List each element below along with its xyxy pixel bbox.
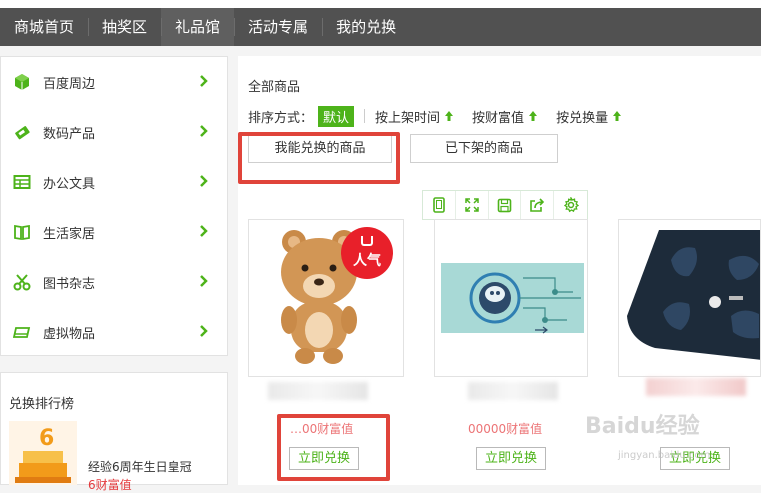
sort-option-label: 按财富值 [472, 110, 525, 126]
arrow-up-icon [613, 111, 622, 121]
sidebar-item-baidu-merch[interactable]: 百度周边 [1, 57, 227, 107]
divider [364, 109, 366, 123]
phone-icon [12, 122, 32, 142]
save-icon[interactable] [489, 191, 522, 219]
shopping-bag-icon [361, 236, 373, 246]
fullscreen-icon[interactable] [456, 191, 489, 219]
image-toolbar [422, 190, 588, 220]
settings-icon[interactable] [554, 191, 587, 219]
phone-view-icon[interactable] [423, 191, 456, 219]
highlight-box [238, 132, 400, 184]
scissors-icon [12, 272, 32, 292]
filter-removed-button[interactable]: 已下架的商品 [410, 134, 558, 163]
top-strip [0, 0, 761, 8]
sidebar-item-office[interactable]: 办公文具 [1, 157, 227, 207]
body-scale-image [619, 220, 760, 376]
product-card[interactable] [618, 219, 761, 377]
ranking-title: 兑换排行榜 [9, 397, 75, 412]
chevron-right-icon [200, 175, 208, 187]
card-icon [12, 322, 32, 342]
cube-icon [12, 72, 32, 92]
blurred-product-name [468, 382, 558, 400]
redeem-button[interactable]: 立即兑换 [476, 447, 546, 470]
sidebar-item-label: 生活家居 [43, 226, 96, 242]
nav-item-gift-hall[interactable]: 礼品馆 [161, 8, 235, 46]
sort-by-wealth-button[interactable]: 按财富值 [472, 107, 538, 126]
book-icon [12, 222, 32, 242]
chevron-right-icon [200, 275, 208, 287]
chevron-right-icon [200, 325, 208, 337]
redeem-button[interactable]: 立即兑换 [289, 447, 359, 470]
sidebar-item-books[interactable]: 图书杂志 [1, 257, 227, 307]
watermark-brand: Baidu经验 [585, 414, 700, 439]
ranking-item-name[interactable]: 经验6周年生日皇冠 [88, 458, 192, 475]
sort-label: 排序方式： [248, 110, 314, 126]
chevron-right-icon [200, 75, 208, 87]
sort-by-time-button[interactable]: 按上架时间 [375, 107, 454, 126]
chevron-right-icon [200, 225, 208, 237]
exchange-ranking-panel: 兑换排行榜 6 经验6周年生日皇冠 6财富值 [0, 372, 228, 492]
blurred-product-name [646, 378, 746, 396]
nav-item-lottery[interactable]: 抽奖区 [88, 8, 161, 46]
arrow-up-icon [529, 111, 538, 121]
mousepad-image [435, 220, 587, 376]
sidebar-item-label: 办公文具 [43, 176, 96, 192]
sidebar-item-label: 数码产品 [43, 126, 96, 142]
popular-badge: 人气 [341, 227, 393, 279]
sidebar-item-home-living[interactable]: 生活家居 [1, 207, 227, 257]
top-navigation: 商城首页 抽奖区 礼品馆 活动专属 我的兑换 [0, 8, 761, 46]
category-sidebar: 百度周边 数码产品 办公文具 生活家居 图书杂志 虚拟物品 [0, 56, 228, 356]
sidebar-item-digital[interactable]: 数码产品 [1, 107, 227, 157]
nav-item-home[interactable]: 商城首页 [0, 8, 88, 46]
sidebar-item-virtual[interactable]: 虚拟物品 [1, 307, 227, 357]
product-card[interactable]: 人气 [248, 219, 404, 377]
section-title: 全部商品 [248, 80, 301, 95]
popular-badge-label: 人气 [353, 253, 381, 269]
svg-text:6: 6 [39, 426, 54, 451]
sort-option-label: 按上架时间 [375, 110, 441, 126]
watermark-url: jingyan.baidu.com [618, 450, 711, 461]
sort-default-button[interactable]: 默认 [318, 105, 355, 127]
blurred-product-name [268, 382, 368, 400]
sidebar-item-label: 图书杂志 [43, 276, 96, 292]
product-price: 00000财富值 [468, 422, 543, 436]
sort-option-label: 按兑换量 [556, 110, 609, 126]
chevron-right-icon [200, 125, 208, 137]
share-icon[interactable] [521, 191, 555, 219]
sidebar-item-label: 百度周边 [43, 76, 96, 92]
table-icon [12, 172, 32, 192]
nav-item-my-exchange[interactable]: 我的兑换 [322, 8, 410, 46]
ranking-item-image[interactable]: 6 [9, 421, 77, 485]
product-card[interactable] [434, 219, 588, 377]
sidebar-item-label: 虚拟物品 [43, 326, 96, 342]
sort-bar: 排序方式： 默认 按上架时间 按财富值 按兑换量 [248, 105, 640, 127]
nav-item-events[interactable]: 活动专属 [234, 8, 322, 46]
sort-by-exchange-count-button[interactable]: 按兑换量 [556, 107, 622, 126]
arrow-up-icon [445, 111, 454, 121]
